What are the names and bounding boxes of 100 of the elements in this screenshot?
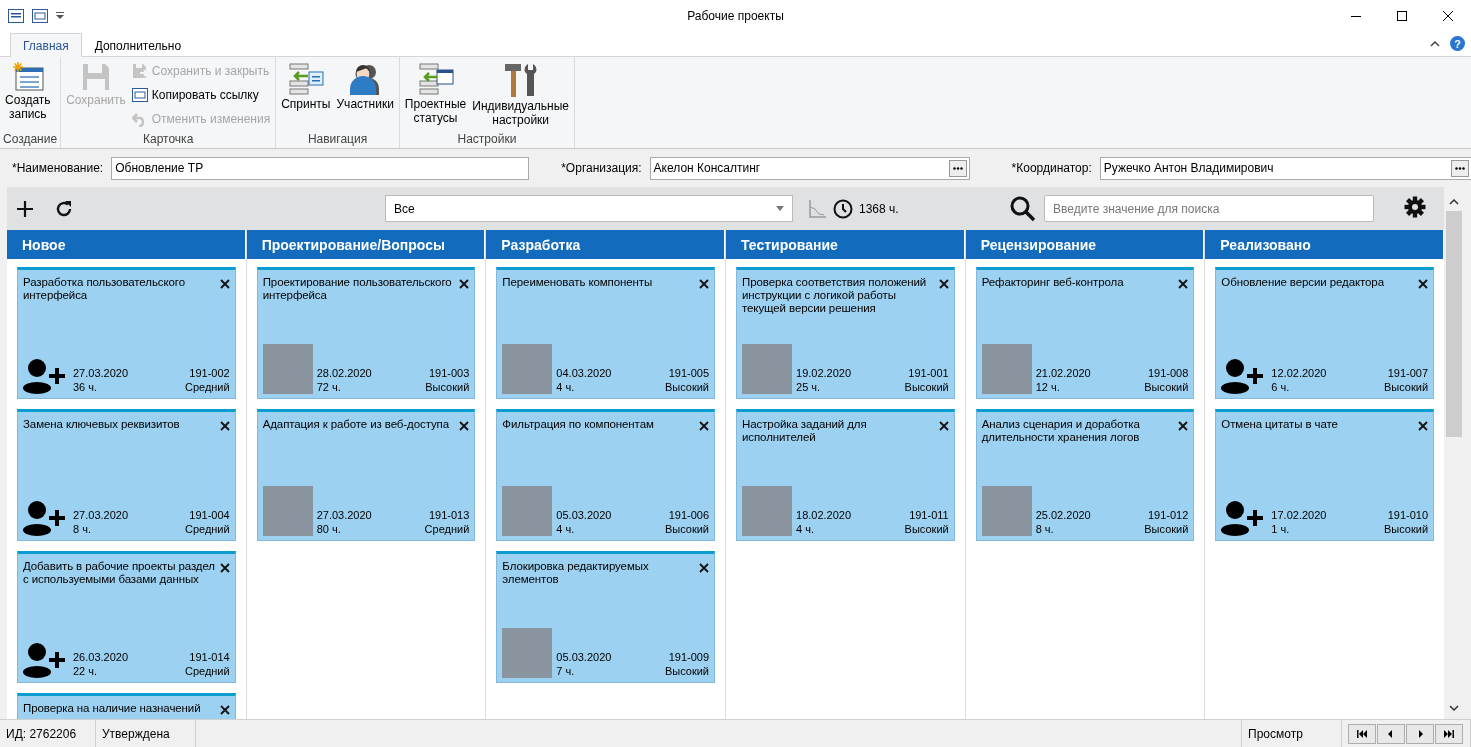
photo-placeholder bbox=[502, 628, 553, 678]
card-hours: 36 ч. bbox=[73, 380, 99, 394]
ribbon-tab[interactable]: Дополнительно bbox=[81, 33, 195, 57]
card-date: 21.02.2020 bbox=[1035, 366, 1091, 380]
text-field-icon[interactable] bbox=[32, 9, 48, 23]
first-page-icon[interactable] bbox=[1357, 729, 1367, 738]
settings-icon[interactable] bbox=[1404, 196, 1426, 218]
close-icon[interactable] bbox=[219, 279, 230, 289]
card-code: 191-005 bbox=[667, 366, 709, 380]
task-card[interactable]: Проектирование пользовательского интерфейса 28.02.2020 72 ч. 191-003 Высокий bbox=[256, 267, 476, 399]
close-icon[interactable] bbox=[938, 421, 949, 431]
column-header: Рецензирование bbox=[965, 230, 1205, 259]
close-icon[interactable] bbox=[699, 563, 709, 573]
card-title: Обновление версии редактора bbox=[1221, 276, 1385, 289]
card-date: 27.03.2020 bbox=[73, 508, 129, 522]
field-label: *Организация: bbox=[561, 161, 642, 175]
card-hours: 7 ч. bbox=[556, 664, 576, 678]
card-title: Проверка соответствия положений инструкции с логикой работы текущей версии решения bbox=[742, 276, 928, 315]
task-card[interactable]: Рефакторинг веб-контрола 21.02.2020 12 ч. 191-008 Высокий bbox=[975, 267, 1195, 399]
card-hours: 4 ч. bbox=[796, 522, 815, 536]
search-icon[interactable] bbox=[1010, 195, 1036, 222]
card-priority: Высокий bbox=[1144, 380, 1189, 394]
task-card[interactable]: Переименовать компоненты 04.03.2020 4 ч. 191-005 Высокий bbox=[496, 267, 715, 399]
add-icon[interactable] bbox=[17, 200, 33, 217]
column-header: Проектирование/Вопросы bbox=[246, 230, 486, 259]
close-icon[interactable] bbox=[459, 279, 470, 289]
hammer-wrench-icon bbox=[502, 62, 539, 98]
column-header: Новое bbox=[7, 230, 246, 259]
task-card[interactable]: Настройка заданий для исполнителей 18.02.2020 4 ч. 191-011 Высокий bbox=[736, 409, 955, 541]
task-card[interactable]: Блокировка редактируемых элементов 05.03.2020 7 ч. 191-009 Высокий bbox=[496, 551, 715, 683]
text-field[interactable]: Акелон Консалтинг bbox=[649, 156, 970, 180]
filter-dropdown[interactable]: Все bbox=[385, 195, 793, 222]
close-icon[interactable] bbox=[219, 421, 230, 431]
card-hours: 4 ч. bbox=[556, 522, 576, 536]
ribbon-button[interactable]: Копировать ссылку bbox=[129, 84, 273, 106]
search-field[interactable]: Введите значение для поиска bbox=[1044, 195, 1374, 222]
total-hours: 1368 ч. bbox=[859, 201, 899, 216]
ribbon-button[interactable]: Участники bbox=[334, 60, 396, 132]
task-card[interactable]: Фильтрация по компонентам 05.03.2020 4 ч. 191-006 Высокий bbox=[496, 409, 715, 541]
card-priority: Средний bbox=[184, 522, 230, 536]
task-card[interactable]: Анализ сценария и доработка длительности хранения логов 25.02.2020 8 ч. 191-012 Высокий bbox=[975, 409, 1195, 541]
close-icon[interactable] bbox=[1418, 421, 1429, 431]
dropdown-caret-icon[interactable] bbox=[56, 12, 64, 20]
text-field[interactable]: Обновление ТР bbox=[111, 156, 530, 180]
task-card[interactable]: Отмена цитаты в чате 17.02.2020 1 ч. 191-010 Высокий bbox=[1215, 409, 1435, 541]
card-date: 28.02.2020 bbox=[316, 366, 372, 380]
column-header: Тестирование bbox=[726, 230, 965, 259]
card-code: 191-011 bbox=[908, 508, 949, 522]
ribbon-button[interactable]: Спринты bbox=[279, 60, 333, 132]
refresh-icon[interactable] bbox=[55, 199, 73, 218]
ellipsis-icon[interactable] bbox=[1454, 166, 1465, 170]
close-icon[interactable] bbox=[219, 563, 230, 573]
ribbon-button[interactable]: Создать запись bbox=[3, 60, 53, 132]
help-button[interactable]: ? bbox=[1450, 36, 1465, 51]
ribbon-button[interactable]: Проектные статусы bbox=[402, 60, 469, 132]
close-icon[interactable] bbox=[1178, 421, 1189, 431]
view-mode: Просмотр bbox=[1242, 720, 1342, 747]
scroll-up-icon[interactable] bbox=[1449, 199, 1459, 205]
ellipsis-icon[interactable] bbox=[952, 166, 963, 170]
maximize-icon[interactable] bbox=[1397, 11, 1407, 21]
card-date: 26.03.2020 bbox=[73, 650, 129, 664]
form-icon[interactable] bbox=[8, 9, 24, 23]
close-icon[interactable] bbox=[1418, 279, 1429, 289]
scroll-down-icon[interactable] bbox=[1449, 705, 1459, 711]
field-label: *Наименование: bbox=[12, 161, 104, 175]
photo-placeholder bbox=[502, 344, 553, 394]
ribbon-tab[interactable]: Главная bbox=[10, 33, 82, 57]
scrollbar-thumb[interactable] bbox=[1446, 211, 1462, 437]
task-card[interactable]: Добавить в рабочие проекты раздел с используемыми базами данных 26.03.2020 22 ч. 191-014 Средний bbox=[17, 551, 236, 683]
dropdown-caret-icon bbox=[776, 206, 784, 211]
card-priority: Высокий bbox=[1144, 522, 1189, 536]
close-icon[interactable] bbox=[1443, 11, 1453, 21]
close-icon[interactable] bbox=[459, 421, 470, 431]
text-field[interactable]: Ружечко Антон Владимирович bbox=[1099, 156, 1471, 180]
card-code: 191-008 bbox=[1147, 366, 1189, 380]
card-hours: 8 ч. bbox=[1035, 522, 1055, 536]
card-title: Проверка на наличие назначений bbox=[23, 702, 202, 715]
close-icon[interactable] bbox=[699, 279, 709, 289]
new-record-icon bbox=[11, 62, 44, 92]
card-code: 191-003 bbox=[427, 366, 470, 380]
close-icon[interactable] bbox=[1178, 279, 1189, 289]
close-icon[interactable] bbox=[699, 421, 709, 431]
task-card[interactable]: Замена ключевых реквизитов 27.03.2020 8 ч. 191-004 Средний bbox=[17, 409, 236, 541]
task-card[interactable]: Разработка пользовательского интерфейса 27.03.2020 36 ч. 191-002 Средний bbox=[17, 267, 236, 399]
close-icon[interactable] bbox=[219, 705, 230, 715]
last-page-icon[interactable] bbox=[1444, 729, 1454, 738]
task-card[interactable]: Проверка соответствия положений инструкции с логикой работы текущей версии решения 19.02.2020 25 ч. 191-001 Высокий bbox=[736, 267, 955, 399]
close-icon[interactable] bbox=[938, 279, 949, 289]
card-code: 191-001 bbox=[907, 366, 949, 380]
card-title: Проектирование пользовательского интерфейса bbox=[262, 276, 453, 302]
task-card[interactable]: Обновление версии редактора 12.02.2020 6 ч. 191-007 Высокий bbox=[1215, 267, 1435, 399]
collapse-caret-icon[interactable] bbox=[1430, 40, 1440, 47]
ribbon-button[interactable]: Индивидуальные настройки bbox=[470, 60, 572, 132]
task-card[interactable]: Проверка на наличие назначений bbox=[17, 693, 236, 719]
card-title: Замена ключевых реквизитов bbox=[23, 418, 181, 431]
card-priority: Средний bbox=[424, 522, 470, 536]
photo-placeholder bbox=[262, 486, 313, 536]
task-card[interactable]: Адаптация к работе из веб-доступа 27.03.2020 80 ч. 191-013 Средний bbox=[256, 409, 476, 541]
column-header: Разработка bbox=[486, 230, 725, 259]
group-label: Создание bbox=[3, 132, 58, 148]
